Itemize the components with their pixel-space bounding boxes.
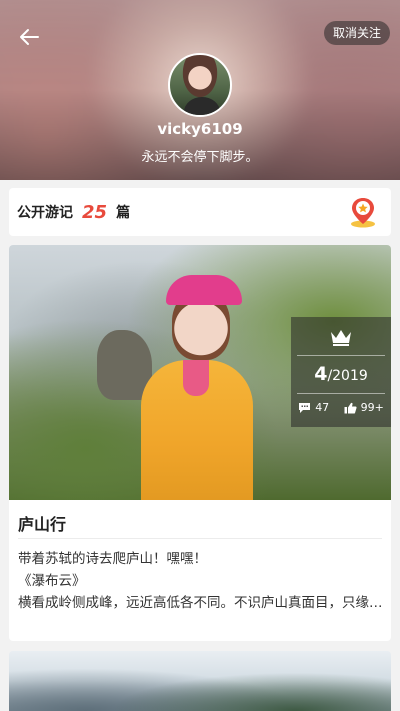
- description-line: 《瀑布云》: [18, 573, 86, 589]
- post-info-overlay: 4/2019 47 99+: [291, 317, 391, 427]
- unfollow-button[interactable]: 取消关注: [323, 21, 390, 45]
- comment-icon: [299, 402, 311, 413]
- back-button[interactable]: [14, 22, 44, 52]
- count-unit: 篇: [116, 205, 131, 221]
- map-pin-star-icon[interactable]: [349, 196, 377, 228]
- description-line: 带着苏轼的诗去爬庐山！嘿嘿！: [18, 551, 207, 567]
- count-label: 公开游记: [17, 205, 73, 221]
- thumbs-up-icon: [344, 402, 357, 413]
- travelogue-card[interactable]: 4/2019 47 99+ 庐山行 带着苏轼的诗去爬庐山！嘿嘿！ 《瀑布云》 横…: [9, 245, 391, 641]
- avatar[interactable]: [168, 53, 232, 117]
- arrow-left-icon: [20, 29, 39, 45]
- travelogue-count: 25: [82, 201, 108, 223]
- user-motto: 永远不会停下脚步。: [141, 150, 259, 165]
- username: vicky6109: [157, 120, 243, 138]
- crown-icon: [331, 330, 351, 346]
- post-title: 庐山行: [18, 515, 67, 534]
- profile-header: 取消关注 vicky6109 永远不会停下脚步。: [0, 0, 400, 180]
- travelogue-count-card: 公开游记 25 篇: [9, 188, 391, 236]
- post-year: /2019: [327, 368, 368, 384]
- like-count: 99+: [344, 401, 384, 414]
- post-description: 带着苏轼的诗去爬庐山！嘿嘿！ 《瀑布云》 横看成岭侧成峰，远近高低各不同。不识庐…: [18, 548, 384, 614]
- travelogue-card-next[interactable]: [9, 651, 391, 711]
- post-date: 4/2019: [291, 363, 391, 385]
- comment-count: 47: [298, 401, 329, 414]
- travelogue-cover-photo[interactable]: 4/2019 47 99+: [9, 245, 391, 500]
- description-line: 横看成岭侧成峰，远近高低各不同。不识庐山真面目，只缘身在此山中。: [18, 595, 384, 611]
- post-month: 4: [314, 363, 328, 385]
